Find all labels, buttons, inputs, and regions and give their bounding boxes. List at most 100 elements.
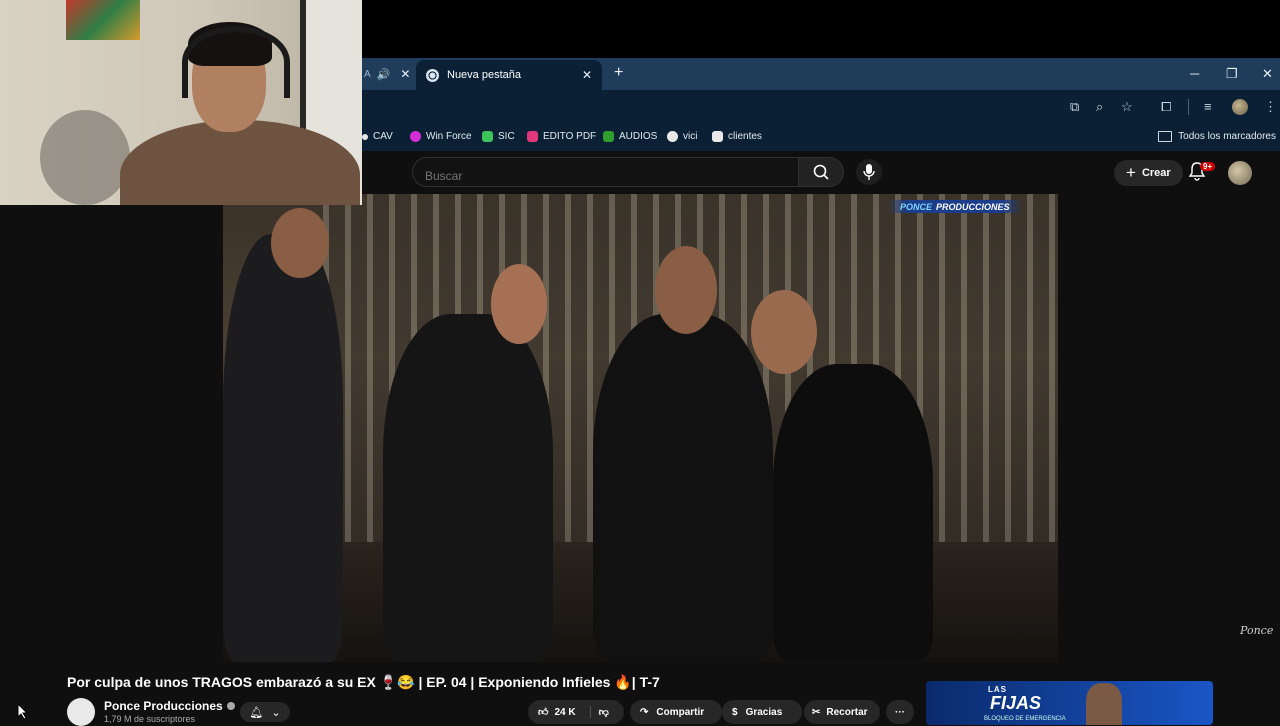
mouse-cursor-icon bbox=[17, 703, 29, 720]
bookmark-edito-pdf[interactable]: EDITO PDF bbox=[527, 131, 596, 142]
account-avatar[interactable] bbox=[1228, 161, 1252, 185]
browser-toolbar: ⧉ ⌕ ☆ ⧠ ≡ ⋮ bbox=[362, 90, 1280, 124]
all-bookmarks[interactable]: Todos los marcadores bbox=[1158, 131, 1276, 142]
chevron-down-icon: ⌄ bbox=[271, 706, 281, 719]
verified-icon bbox=[226, 702, 235, 710]
search-button[interactable] bbox=[798, 157, 844, 187]
restore-icon[interactable]: ❐ bbox=[1226, 66, 1238, 82]
scissors-icon: ✂ bbox=[812, 706, 821, 718]
create-label: Crear bbox=[1141, 167, 1171, 179]
channel-avatar[interactable] bbox=[67, 698, 95, 726]
bookmark-label: SIC bbox=[498, 131, 515, 142]
speaker-icon[interactable]: 🔊 bbox=[377, 68, 391, 81]
video-person-head bbox=[271, 208, 329, 278]
ad-line3: BLOQUEO DE EMERGENCIA bbox=[984, 716, 1066, 722]
channel-name[interactable]: Ponce Producciones bbox=[104, 699, 235, 713]
share-icon: ↷ bbox=[640, 706, 649, 718]
watermark-part1: PONCE bbox=[900, 201, 933, 212]
video-watermark: PONCE PRODUCCIONES bbox=[888, 200, 1022, 213]
bookmark-icon bbox=[410, 131, 421, 142]
install-app-icon[interactable]: ⧉ bbox=[1070, 99, 1079, 115]
close-tab-icon[interactable]: ✕ bbox=[400, 67, 410, 81]
video-person-head bbox=[655, 246, 717, 334]
bookmark-icon bbox=[712, 131, 723, 142]
share-label: Compartir bbox=[656, 706, 705, 718]
plus-icon: + bbox=[1126, 163, 1136, 182]
folder-icon bbox=[1158, 131, 1173, 142]
video-person bbox=[773, 364, 933, 662]
toolbar-divider bbox=[1188, 99, 1189, 115]
bookmark-sic[interactable]: SIC bbox=[482, 131, 515, 142]
all-bookmarks-label: Todos los marcadores bbox=[1178, 131, 1276, 142]
bookmark-star-icon[interactable]: ☆ bbox=[1121, 99, 1133, 115]
youtube-masthead: + Crear 9+ bbox=[362, 151, 1280, 194]
bookmark-cav[interactable]: CAV bbox=[362, 131, 393, 142]
webcam-shadow bbox=[40, 110, 130, 205]
dislike-icon[interactable]: 👎︎ bbox=[589, 706, 609, 718]
webcam-overlay bbox=[0, 0, 362, 205]
bookmark-vici[interactable]: vici bbox=[667, 131, 697, 142]
bell-icon: 🔔︎ bbox=[249, 706, 264, 719]
menu-kebab-icon[interactable]: ⋮ bbox=[1264, 99, 1277, 115]
bookmark-audios[interactable]: AUDIOS bbox=[603, 131, 657, 142]
video-player[interactable]: PONCE PRODUCCIONES bbox=[223, 194, 1058, 662]
ad-presenter bbox=[1086, 683, 1122, 725]
like-count[interactable]: 24 K bbox=[554, 707, 575, 718]
thanks-icon: $ bbox=[732, 706, 738, 718]
video-person bbox=[223, 234, 343, 662]
like-icon[interactable]: 👍︎ bbox=[538, 706, 548, 718]
channel-name-text: Ponce Producciones bbox=[104, 699, 223, 713]
clip-label: Recortar bbox=[826, 706, 868, 718]
video-title: Por culpa de unos TRAGOS embarazó a su E… bbox=[67, 674, 660, 690]
thanks-label: Gracias bbox=[745, 706, 783, 718]
search-icon bbox=[813, 164, 829, 180]
video-signature: Ponce bbox=[1240, 624, 1274, 637]
ad-line2: FIJAS bbox=[990, 693, 1042, 713]
bookmark-label: CAV bbox=[373, 131, 393, 142]
tab-strip: A 🔊 ✕ Nueva pestaña ✕ + ─ ❐ ✕ bbox=[362, 58, 1280, 90]
previous-tab-fade: A bbox=[364, 68, 371, 80]
bookmark-label: EDITO PDF bbox=[543, 131, 597, 142]
like-dislike-group: 👍︎ 24 K 👎︎ bbox=[528, 700, 624, 724]
more-actions-button[interactable]: ··· bbox=[886, 700, 914, 724]
bookmark-clientes[interactable]: clientes bbox=[712, 131, 762, 142]
bookmark-label: clientes bbox=[728, 131, 762, 142]
watermark-part2: PRODUCCIONES bbox=[936, 201, 1010, 212]
subscriber-count: 1,79 M de suscriptores bbox=[104, 714, 196, 724]
bookmarks-bar: CAV Win Force SIC EDITO PDF AUDIOS vici … bbox=[362, 124, 1280, 151]
subscription-bell-button[interactable]: 🔔︎ ⌄ bbox=[240, 702, 290, 722]
minimize-icon[interactable]: ─ bbox=[1190, 66, 1199, 81]
bookmark-icon bbox=[603, 131, 614, 142]
video-person-head bbox=[751, 290, 817, 374]
webcam-wall-art bbox=[66, 0, 140, 40]
zoom-icon[interactable]: ⌕ bbox=[1096, 99, 1103, 115]
bookmark-icon bbox=[362, 133, 368, 140]
microphone-icon bbox=[863, 164, 875, 180]
chrome-icon bbox=[426, 68, 439, 82]
ad-banner[interactable]: LAS FIJAS BLOQUEO DE EMERGENCIA bbox=[926, 681, 1213, 725]
close-tab-icon[interactable]: ✕ bbox=[582, 68, 592, 82]
tab-active[interactable]: Nueva pestaña ✕ bbox=[416, 60, 602, 90]
share-button[interactable]: ↷ Compartir bbox=[630, 700, 722, 724]
search-input[interactable] bbox=[412, 157, 798, 187]
new-tab-button[interactable]: + bbox=[614, 64, 623, 82]
bookmark-icon bbox=[667, 131, 678, 142]
more-icon: ··· bbox=[895, 706, 905, 718]
bookmark-label: Win Force bbox=[426, 131, 472, 142]
notification-badge: 9+ bbox=[1200, 162, 1216, 171]
bookmark-win-force[interactable]: Win Force bbox=[410, 131, 472, 142]
bookmark-label: vici bbox=[683, 131, 698, 142]
create-button[interactable]: + Crear bbox=[1114, 160, 1183, 186]
bookmark-label: AUDIOS bbox=[619, 131, 658, 142]
thanks-button[interactable]: $ Gracias bbox=[722, 700, 802, 724]
bookmark-icon bbox=[482, 131, 493, 142]
tab-title: Nueva pestaña bbox=[447, 69, 521, 81]
media-control-icon[interactable]: ≡ bbox=[1204, 99, 1212, 114]
video-person bbox=[383, 314, 553, 662]
profile-avatar[interactable] bbox=[1232, 99, 1248, 115]
previous-tab[interactable]: A 🔊 ✕ bbox=[362, 58, 414, 90]
voice-search-button[interactable] bbox=[856, 159, 882, 185]
extensions-icon[interactable]: ⧠ bbox=[1161, 99, 1171, 115]
clip-button[interactable]: ✂ Recortar bbox=[804, 700, 880, 724]
close-window-icon[interactable]: ✕ bbox=[1262, 66, 1273, 82]
